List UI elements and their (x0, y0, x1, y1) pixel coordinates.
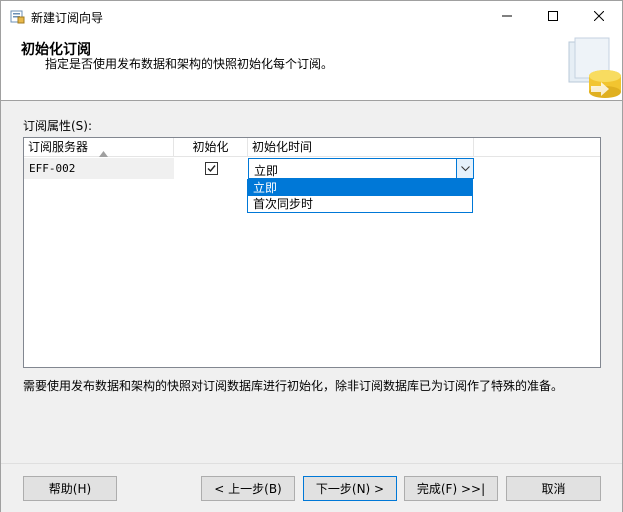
dropdown-option-immediately[interactable]: 立即 (248, 180, 472, 196)
chevron-down-icon (460, 165, 470, 171)
close-icon (594, 11, 604, 21)
window-title: 新建订阅向导 (31, 11, 104, 25)
minimize-icon (502, 15, 512, 17)
subscription-grid[interactable]: 订阅服务器 初始化 初始化时间 EFF-002 立即 (23, 137, 601, 368)
checkmark-icon (207, 165, 216, 173)
column-header-initialize[interactable]: 初始化 (174, 138, 248, 157)
description-text: 需要使用发布数据和架构的快照对订阅数据库进行初始化，除非订阅数据库已为订阅作了特… (23, 379, 564, 393)
cancel-button[interactable]: 取消 (506, 476, 601, 501)
app-icon (10, 9, 25, 24)
column-header-server[interactable]: 订阅服务器 (24, 138, 174, 157)
combobox-dropdown-button[interactable] (456, 159, 473, 178)
subscription-properties-label: 订阅属性(S): (23, 119, 93, 133)
database-icon (561, 36, 622, 100)
wizard-window: 新建订阅向导 初始化订阅 指定是否使用发布数据和架构的快照初始化每个订阅。 订阅… (0, 0, 623, 512)
help-button[interactable]: 帮助(H) (23, 476, 117, 501)
wizard-header: 初始化订阅 指定是否使用发布数据和架构的快照初始化每个订阅。 (1, 31, 622, 101)
column-header-init-time[interactable]: 初始化时间 (248, 138, 474, 157)
next-button[interactable]: 下一步(N) > (303, 476, 397, 501)
finish-button[interactable]: 完成(F) >>| (404, 476, 498, 501)
grid-header: 订阅服务器 初始化 初始化时间 (24, 138, 600, 157)
init-time-combobox[interactable]: 立即 (248, 158, 474, 179)
close-button[interactable] (576, 1, 622, 31)
maximize-icon (548, 11, 558, 21)
title-bar[interactable]: 新建订阅向导 (1, 1, 622, 31)
page-subtitle: 指定是否使用发布数据和架构的快照初始化每个订阅。 (45, 57, 334, 71)
initialize-cell (174, 158, 248, 179)
table-row[interactable]: EFF-002 立即 (24, 158, 600, 179)
maximize-button[interactable] (530, 1, 576, 31)
minimize-button[interactable] (484, 1, 530, 31)
init-time-dropdown-list[interactable]: 立即 首次同步时 (247, 179, 473, 213)
initialize-checkbox[interactable] (205, 162, 218, 175)
dropdown-option-first-sync[interactable]: 首次同步时 (248, 196, 472, 212)
wizard-footer: 帮助(H) < 上一步(B) 下一步(N) > 完成(F) >>| 取消 (1, 463, 622, 512)
back-button[interactable]: < 上一步(B) (201, 476, 295, 501)
init-time-value: 立即 (254, 164, 279, 178)
subscriber-server-cell: EFF-002 (24, 158, 174, 179)
